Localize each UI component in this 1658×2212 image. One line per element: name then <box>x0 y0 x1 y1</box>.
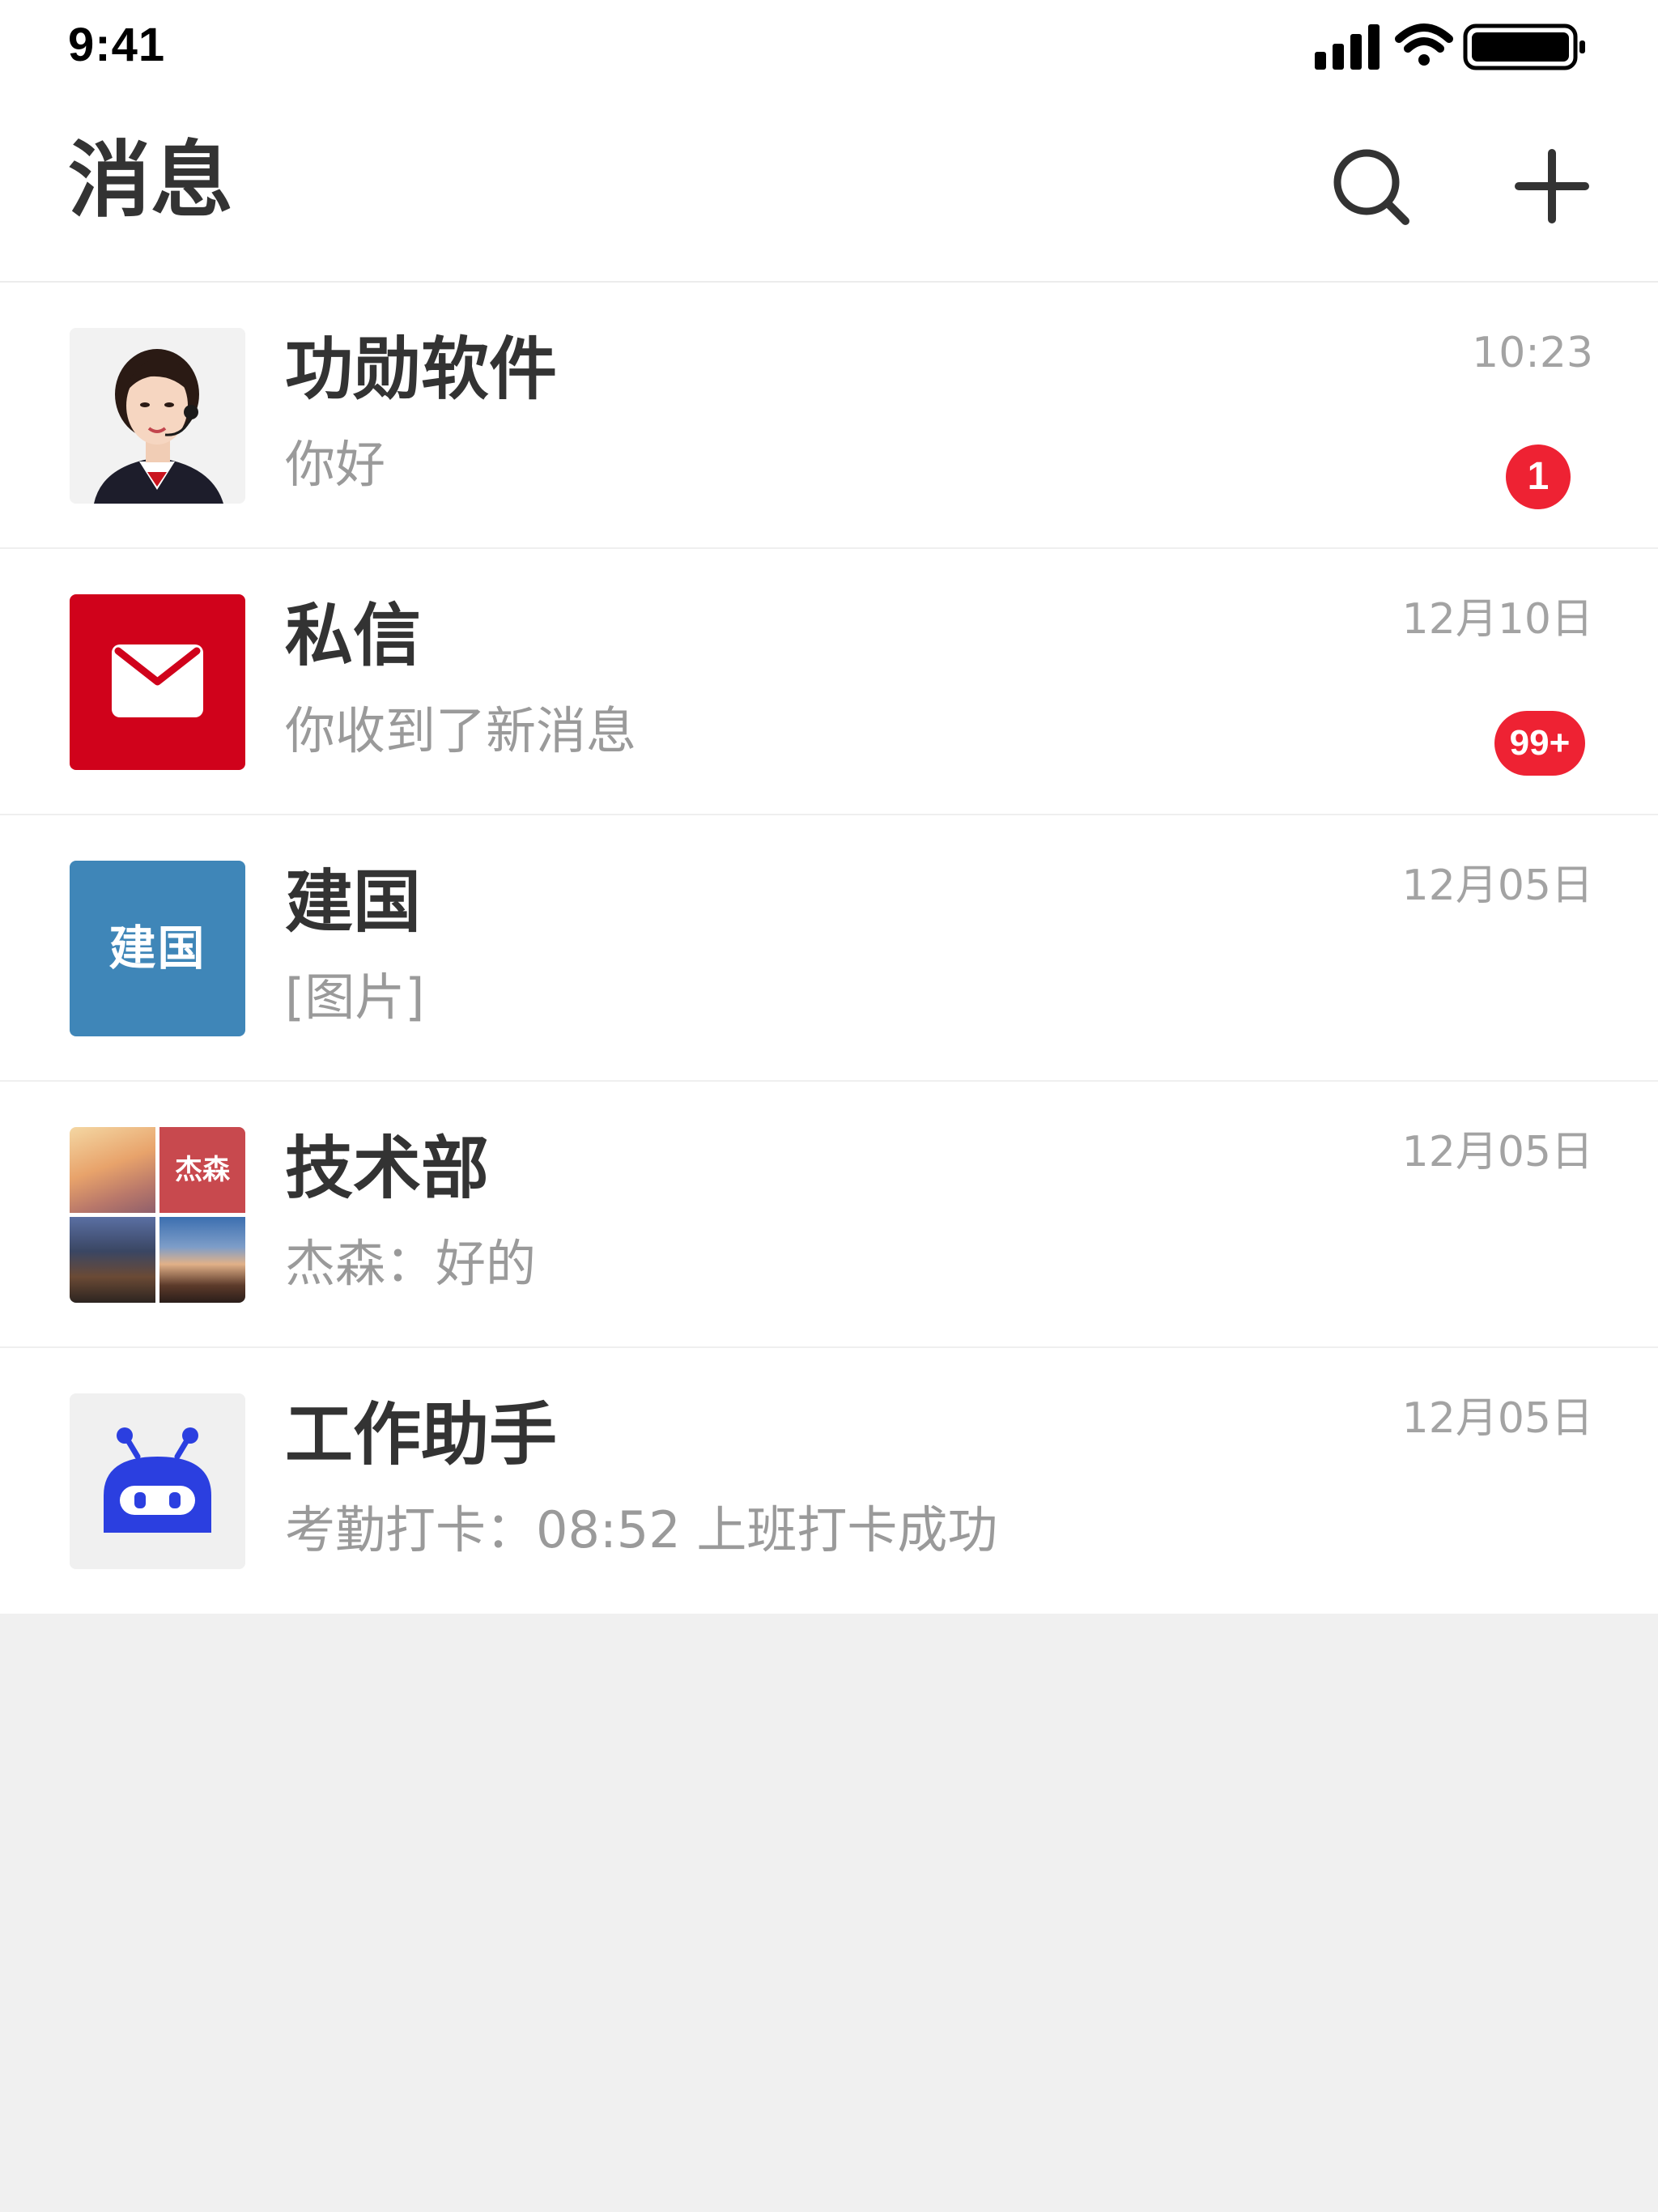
conversation-time: 12月05日 <box>1401 861 1593 910</box>
conversation-name: 工作助手 <box>285 1395 558 1474</box>
conversation-list: 功勋软件 你好 10:23 1 私信 你收到了新消息 12月10日 99+ 建国… <box>0 283 1658 1614</box>
conversation-name: 功勋软件 <box>285 330 558 409</box>
group-avatar: 杰森 <box>70 1127 245 1303</box>
conversation-name: 技术部 <box>285 1129 490 1208</box>
customer-service-avatar <box>70 328 245 504</box>
conversation-time: 10:23 <box>1472 329 1593 377</box>
group-photo-tile <box>70 1217 155 1303</box>
group-photo-tile <box>70 1127 155 1213</box>
search-button[interactable] <box>1328 143 1417 232</box>
conversation-row[interactable]: 杰森 技术部 杰森：好的 12月05日 <box>0 1082 1658 1348</box>
page-title: 消息 <box>68 133 233 229</box>
conversation-name: 建国 <box>285 862 422 942</box>
status-icons <box>1315 18 1590 74</box>
status-time: 9:41 <box>68 19 166 71</box>
mail-avatar <box>70 594 245 770</box>
wifi-icon <box>1395 23 1453 66</box>
conversation-preview: 杰森：好的 <box>285 1234 537 1293</box>
conversation-time: 12月05日 <box>1401 1394 1593 1443</box>
conversation-preview: [图片] <box>285 968 425 1027</box>
search-icon <box>1333 149 1409 225</box>
conversation-row[interactable]: 功勋软件 你好 10:23 1 <box>0 283 1658 549</box>
conversation-row[interactable]: 工作助手 考勤打卡：08:52 上班打卡成功 12月05日 <box>0 1348 1658 1614</box>
unread-badge: 1 <box>1506 445 1571 509</box>
group-photo-tile <box>159 1217 245 1303</box>
add-button[interactable] <box>1507 142 1596 231</box>
robot-icon <box>70 1393 245 1569</box>
conversation-row[interactable]: 私信 你收到了新消息 12月10日 99+ <box>0 549 1658 815</box>
conversation-time: 12月10日 <box>1401 595 1593 644</box>
group-name-tile: 杰森 <box>159 1127 245 1213</box>
text-avatar: 建国 <box>70 861 245 1036</box>
battery-icon <box>1463 23 1585 70</box>
messages-screen: 9:41 消息 功勋软件 你好 10:23 1 私信 你收到了新消息 12月10… <box>0 0 1658 2212</box>
conversation-preview: 考勤打卡：08:52 上班打卡成功 <box>285 1500 998 1559</box>
status-bar: 9:41 <box>0 0 1658 93</box>
robot-avatar <box>70 1393 245 1569</box>
nav-bar: 消息 <box>0 93 1658 283</box>
unread-badge: 99+ <box>1494 711 1585 776</box>
plus-icon <box>1515 149 1589 223</box>
conversation-preview: 你好 <box>285 435 386 494</box>
conversation-preview: 你收到了新消息 <box>285 701 637 760</box>
mail-icon <box>112 644 203 717</box>
conversation-time: 12月05日 <box>1401 1128 1593 1176</box>
conversation-row[interactable]: 建国 建国 [图片] 12月05日 <box>0 815 1658 1082</box>
signal-icon <box>1315 24 1380 70</box>
conversation-name: 私信 <box>285 596 422 675</box>
